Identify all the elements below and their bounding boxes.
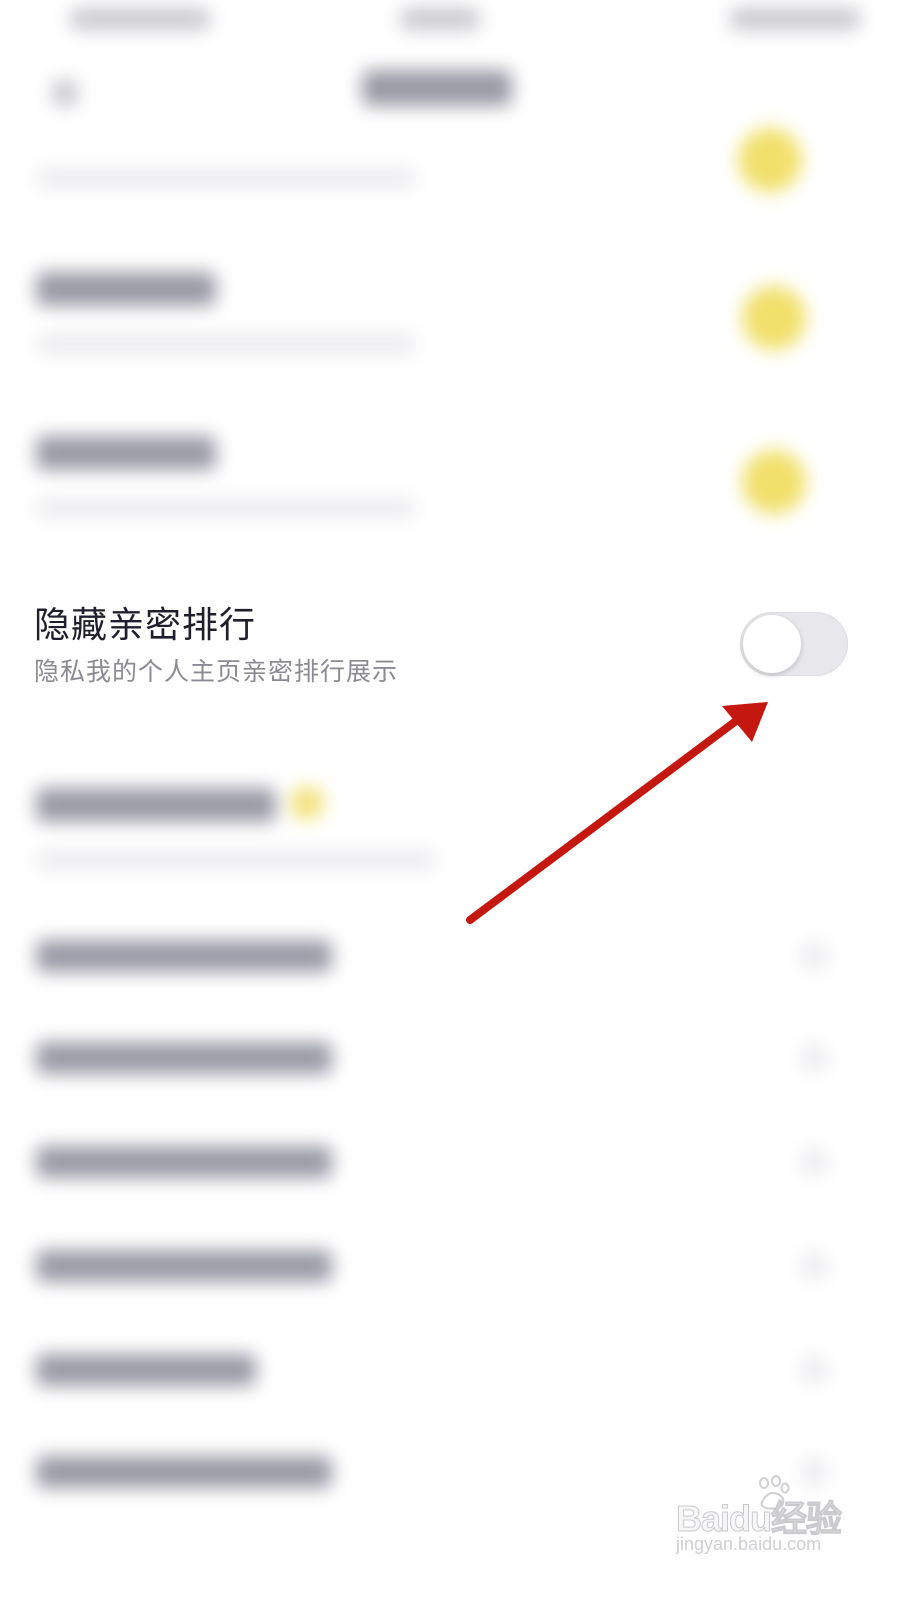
hide-intimacy-ranking-row: 隐藏亲密排行 隐私我的个人主页亲密排行展示 <box>34 590 864 700</box>
watermark-url: jingyan.baidu.com <box>676 1534 822 1554</box>
toggle-knob <box>743 615 801 673</box>
hide-intimacy-ranking-toggle[interactable] <box>740 612 848 676</box>
setting-description: 隐私我的个人主页亲密排行展示 <box>34 657 399 686</box>
baidu-jingyan-watermark: Baidu经验 jingyan.baidu.com <box>672 1472 872 1562</box>
page-title-blur <box>362 70 512 106</box>
status-bar-blur <box>70 8 210 30</box>
toggle-on-blur[interactable] <box>742 450 806 514</box>
toggle-on-blur[interactable] <box>742 286 806 350</box>
toggle-on-blur[interactable] <box>738 128 802 192</box>
app-screen: 隐藏亲密排行 隐私我的个人主页亲密排行展示 Baidu经验 jingyan.ba… <box>0 0 900 1600</box>
blurred-background <box>0 0 900 1600</box>
back-icon[interactable] <box>52 80 78 106</box>
setting-title: 隐藏亲密排行 <box>34 605 257 646</box>
